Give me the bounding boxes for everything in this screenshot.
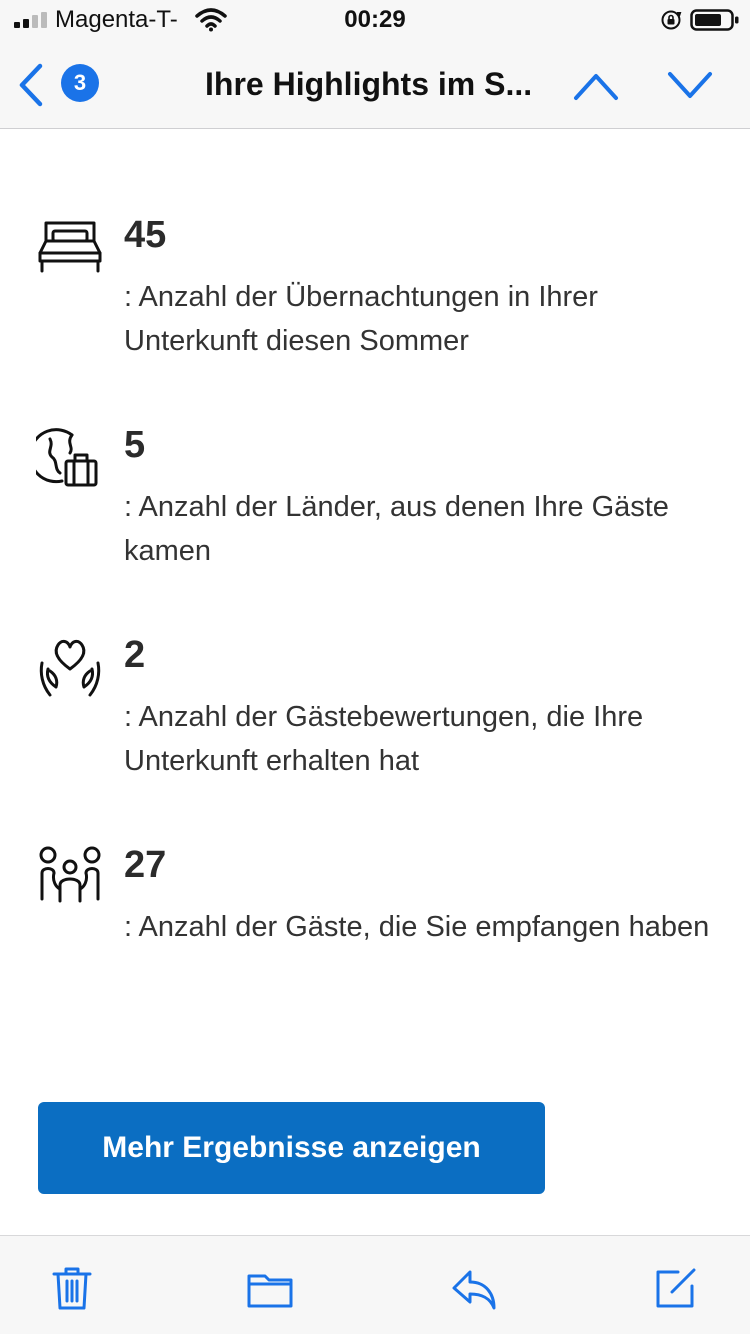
compose-icon[interactable] [652, 1264, 700, 1312]
reply-icon[interactable] [450, 1264, 498, 1312]
stat-value: 27 [124, 844, 167, 886]
unread-count-badge[interactable]: 3 [61, 64, 99, 102]
message-subject-title: Ihre Highlights im S... [205, 66, 533, 102]
heart-hands-icon [39, 639, 101, 697]
stat-value: 5 [124, 424, 146, 466]
stat-value: 2 [124, 634, 146, 676]
stat-description: : Anzahl der Übernachtungen in Ihrer Unt… [124, 281, 598, 357]
folder-icon[interactable] [246, 1264, 294, 1312]
status-bar: Magenta-T- 00:29 [0, 0, 750, 40]
family-icon [39, 846, 101, 903]
status-time: 00:29 [344, 6, 406, 33]
orientation-lock-icon [661, 10, 682, 30]
navigation-bar: 3 Ihre Highlights im S... [0, 40, 750, 129]
stat-description: : Anzahl der Gästebewertungen, die Ihre … [124, 701, 644, 777]
stat-description: : Anzahl der Länder, aus denen Ihre Gäst… [124, 491, 669, 567]
message-body: 45 : Anzahl der Übernachtungen in Ihrer … [0, 129, 750, 1235]
stat-description: : Anzahl der Gäste, die Sie empfangen ha… [124, 911, 710, 943]
battery-icon [690, 9, 739, 31]
show-more-results-button[interactable]: Mehr Ergebnisse anzeigen [38, 1102, 545, 1194]
trash-icon[interactable] [48, 1264, 96, 1312]
stat-value: 45 [124, 214, 167, 256]
bottom-toolbar [0, 1235, 750, 1334]
globe-luggage-icon [36, 428, 98, 487]
mail-message-screen: Magenta-T- 00:29 3 Ihre Highlights im S.… [0, 0, 750, 1334]
bed-icon [38, 221, 102, 273]
previous-message-chevron-up-icon[interactable] [572, 68, 620, 102]
back-chevron-icon[interactable] [14, 62, 48, 108]
next-message-chevron-down-icon[interactable] [666, 68, 714, 102]
